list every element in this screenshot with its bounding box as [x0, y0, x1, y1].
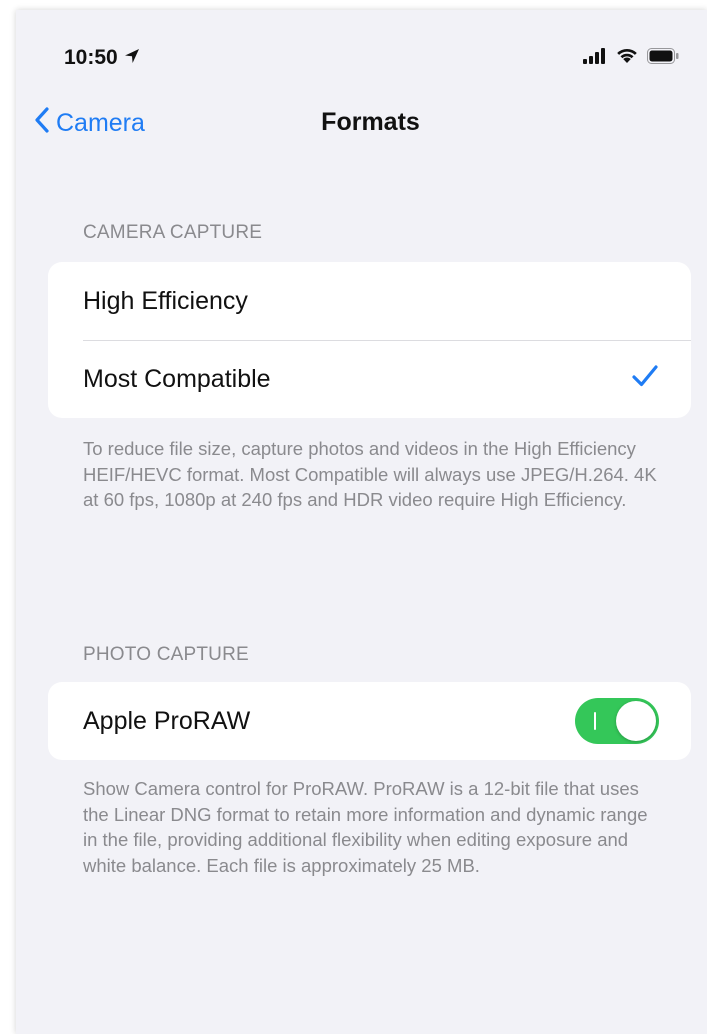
proraw-toggle[interactable] [575, 698, 659, 744]
proraw-label: Apple ProRAW [83, 706, 251, 735]
photo-capture-header: PHOTO CAPTURE [83, 644, 249, 665]
status-time: 10:50 [64, 46, 140, 70]
option-label: High Efficiency [83, 286, 248, 315]
battery-icon [647, 47, 679, 69]
option-high-efficiency[interactable]: High Efficiency [48, 262, 691, 340]
wifi-icon [615, 47, 639, 69]
option-label: Most Compatible [83, 364, 271, 393]
location-arrow-icon [124, 46, 140, 70]
checkmark-icon [631, 364, 659, 395]
camera-capture-group: High Efficiency Most Compatible [48, 262, 691, 418]
settings-screen: 10:50 Camera Formats CAMERA CAPTURE High… [16, 10, 707, 1034]
toggle-on-indicator [594, 712, 596, 730]
camera-capture-header: CAMERA CAPTURE [83, 222, 263, 243]
status-icons [583, 47, 679, 69]
photo-capture-group: Apple ProRAW [48, 682, 691, 760]
option-most-compatible[interactable]: Most Compatible [48, 340, 691, 418]
page-title: Formats [321, 108, 420, 136]
toggle-knob [616, 701, 656, 741]
photo-capture-footer: Show Camera control for ProRAW. ProRAW i… [83, 778, 648, 876]
signal-icon [583, 47, 607, 69]
status-time-text: 10:50 [64, 46, 118, 69]
proraw-row: Apple ProRAW [48, 682, 691, 760]
camera-capture-footer: To reduce file size, capture photos and … [83, 438, 657, 510]
